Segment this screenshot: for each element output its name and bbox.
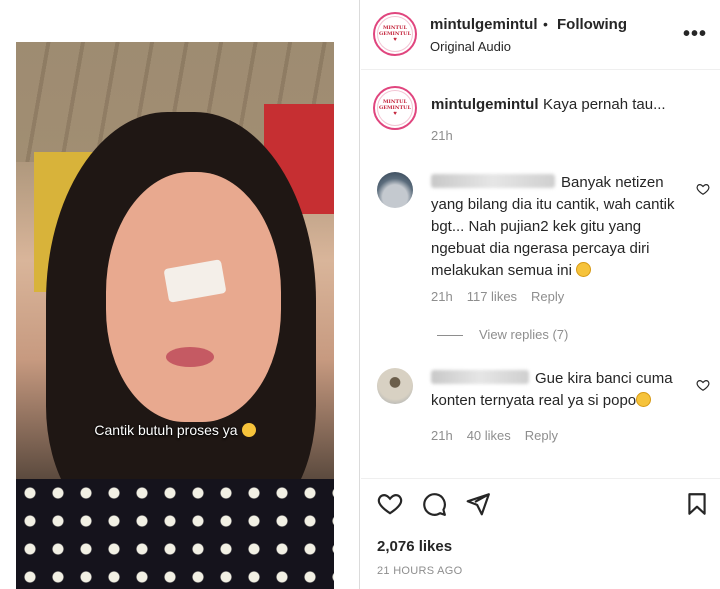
comment-body: Banyak netizen yang bilang dia itu canti…	[431, 172, 687, 282]
heart-icon[interactable]	[377, 491, 403, 517]
commenter-username-blurred[interactable]	[431, 174, 555, 188]
caption-author-avatar[interactable]: MINTUL GEMINTUL ♥	[373, 86, 417, 130]
video-subject-lips	[166, 347, 214, 367]
comment-like-icon[interactable]	[696, 182, 710, 196]
caption-text: Kaya pernah tau...	[543, 96, 666, 113]
following-button[interactable]: Following	[557, 16, 627, 33]
author-username[interactable]: mintulgemintul	[430, 16, 538, 33]
more-options-icon[interactable]: •••	[683, 24, 707, 44]
grin-emoji-icon	[241, 423, 256, 437]
media-pane: Cantik butuh proses ya	[0, 0, 360, 589]
reply-button[interactable]: Reply	[531, 289, 564, 304]
commenter-username-blurred[interactable]	[431, 370, 529, 384]
comment-likes[interactable]: 40 likes	[467, 428, 511, 443]
post-panel: MINTUL GEMINTUL ♥ mintulgemintul • Follo…	[361, 0, 720, 589]
paper-plane-icon[interactable]	[465, 491, 491, 517]
logo-heart-icon: ♥	[393, 37, 397, 43]
grin-emoji-icon	[636, 392, 652, 407]
grin-emoji-icon	[576, 262, 592, 277]
video-caption-text: Cantik butuh proses ya	[94, 422, 238, 438]
caption-time[interactable]: 21h	[431, 128, 453, 143]
bookmark-icon[interactable]	[684, 491, 710, 517]
likes-count[interactable]: 2,076 likes	[377, 538, 452, 555]
caption-author-logo: MINTUL GEMINTUL ♥	[377, 90, 413, 126]
video-subject-floral-top	[16, 479, 334, 589]
reply-button[interactable]: Reply	[525, 428, 558, 443]
author-avatar[interactable]: MINTUL GEMINTUL ♥	[373, 12, 417, 56]
post-header: MINTUL GEMINTUL ♥ mintulgemintul • Follo…	[361, 0, 720, 70]
view-replies-line	[437, 335, 463, 337]
commenter-avatar[interactable]	[377, 368, 413, 404]
comment-body: Gue kira banci cuma konten ternyata real…	[431, 368, 687, 412]
comment-meta: 21h 117 likes Reply	[431, 289, 578, 304]
separator-dot: •	[543, 16, 548, 32]
comment-time[interactable]: 21h	[431, 289, 453, 304]
action-bar: 2,076 likes 21 HOURS AGO	[361, 478, 720, 589]
author-logo: MINTUL GEMINTUL ♥	[377, 16, 413, 52]
view-replies-label: View replies (7)	[479, 327, 569, 342]
comment-icon[interactable]	[421, 491, 447, 517]
view-replies-button[interactable]: View replies (7)	[437, 327, 568, 342]
post-video[interactable]: Cantik butuh proses ya	[16, 42, 334, 589]
logo-heart-icon: ♥	[393, 111, 397, 117]
video-caption-overlay: Cantik butuh proses ya	[16, 422, 334, 438]
post-timestamp[interactable]: 21 HOURS AGO	[377, 565, 463, 577]
comment-likes[interactable]: 117 likes	[467, 289, 517, 304]
comment-meta: 21h 40 likes Reply	[431, 428, 572, 443]
comment-time[interactable]: 21h	[431, 428, 453, 443]
caption-username[interactable]: mintulgemintul	[431, 96, 539, 113]
comment-text: Banyak netizen yang bilang dia itu canti…	[431, 174, 675, 279]
comment-like-icon[interactable]	[696, 378, 710, 392]
audio-link[interactable]: Original Audio	[430, 39, 511, 54]
commenter-avatar[interactable]	[377, 172, 413, 208]
